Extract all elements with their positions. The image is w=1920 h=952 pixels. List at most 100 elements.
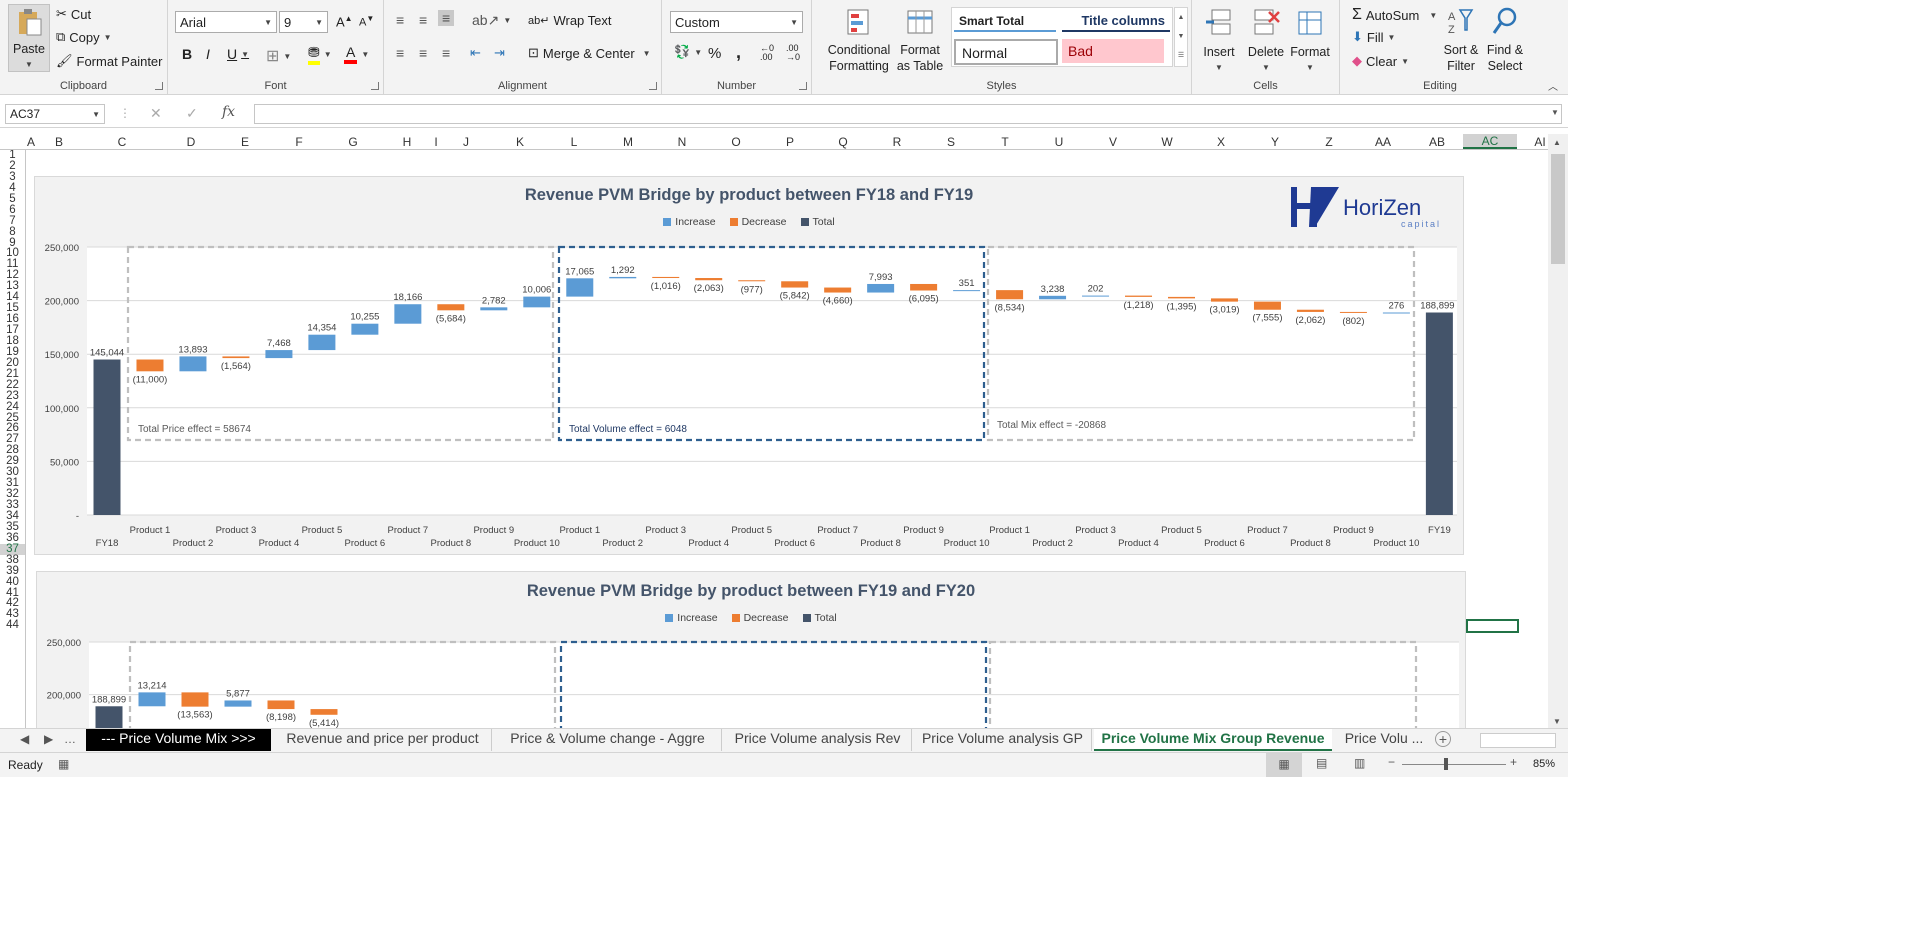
decrease-indent-button[interactable]: ⇤ <box>470 45 481 61</box>
comma-button[interactable]: , <box>736 42 741 63</box>
column-header[interactable]: T <box>993 135 1017 149</box>
expand-formula-icon[interactable]: ▼ <box>1551 108 1559 117</box>
column-header[interactable]: AB <box>1425 135 1449 149</box>
fill-color-button[interactable]: ⛃ ▼ <box>308 44 332 65</box>
row-header[interactable]: 22 <box>0 379 25 391</box>
normal-view-icon[interactable]: ▦ <box>1266 753 1302 777</box>
row-header[interactable]: 39 <box>0 565 25 577</box>
column-header[interactable]: Q <box>831 135 855 149</box>
decrease-font-button[interactable]: A▼ <box>359 14 374 29</box>
column-header[interactable]: I <box>424 135 448 149</box>
column-header[interactable]: P <box>778 135 802 149</box>
percent-button[interactable]: % <box>708 45 721 62</box>
column-header[interactable]: M <box>616 135 640 149</box>
column-header[interactable]: B <box>47 135 71 149</box>
number-format-select[interactable]: Custom ▼ <box>670 11 803 33</box>
align-left-button[interactable]: ≡ <box>396 45 404 61</box>
format-cells-button[interactable]: Format ▼ <box>1288 6 1332 76</box>
column-header[interactable]: Z <box>1317 135 1341 149</box>
autosum-button[interactable]: Σ AutoSum ▼ <box>1352 6 1437 24</box>
page-layout-icon[interactable]: ▤ <box>1316 756 1327 770</box>
copy-button[interactable]: ⧉ Copy ▼ <box>56 29 112 45</box>
fill-button[interactable]: ⬇ Fill ▼ <box>1352 29 1395 45</box>
column-header[interactable]: O <box>724 135 748 149</box>
font-launcher[interactable] <box>371 82 379 90</box>
name-box[interactable]: AC37 ▼ <box>5 104 105 124</box>
align-top-button[interactable]: ≡ <box>396 12 404 28</box>
chart-fy18-fy19[interactable]: Revenue PVM Bridge by product between FY… <box>34 176 1464 555</box>
zoom-slider-thumb[interactable] <box>1444 758 1448 770</box>
column-header[interactable]: L <box>562 135 586 149</box>
macro-record-icon[interactable]: ▦ <box>58 757 69 771</box>
scroll-up-icon[interactable]: ▲ <box>1553 138 1561 147</box>
column-header[interactable]: W <box>1155 135 1179 149</box>
tab-prev-icon[interactable]: ◀ <box>20 732 29 746</box>
insert-button[interactable]: Insert ▼ <box>1198 6 1240 76</box>
italic-button[interactable]: I <box>206 46 210 62</box>
font-name-select[interactable]: Arial ▼ <box>175 11 277 33</box>
increase-decimal-button[interactable]: ←0.00 <box>760 44 774 62</box>
bold-button[interactable]: B <box>182 46 192 62</box>
alignment-launcher[interactable] <box>649 82 657 90</box>
row-header[interactable]: 7 <box>0 215 25 227</box>
format-as-table-button[interactable]: Format as Table <box>890 8 950 74</box>
collapse-ribbon-button[interactable]: ︿ <box>1548 78 1558 93</box>
merge-center-button[interactable]: ⊡ Merge & Center ▼ <box>528 45 651 61</box>
scroll-down-icon[interactable]: ▼ <box>1553 717 1561 726</box>
row-header[interactable]: 40 <box>0 576 25 588</box>
increase-indent-button[interactable]: ⇥ <box>494 45 505 61</box>
page-break-icon[interactable]: ▥ <box>1354 756 1365 770</box>
scroll-thumb[interactable] <box>1551 154 1565 264</box>
add-sheet-icon[interactable]: + <box>1435 731 1451 747</box>
column-header[interactable]: N <box>670 135 694 149</box>
wrap-text-button[interactable]: ab↵ Wrap Text <box>528 13 612 28</box>
column-header[interactable]: A <box>19 135 43 149</box>
column-header[interactable]: S <box>939 135 963 149</box>
clipboard-launcher[interactable] <box>155 82 163 90</box>
number-launcher[interactable] <box>799 82 807 90</box>
row-header[interactable]: 23 <box>0 390 25 402</box>
sort-filter-button[interactable]: AZ Sort & Filter <box>1440 6 1482 74</box>
column-header[interactable]: R <box>885 135 909 149</box>
column-header[interactable]: E <box>233 135 257 149</box>
column-header[interactable]: D <box>179 135 203 149</box>
conditional-formatting-button[interactable]: Conditional Formatting <box>820 8 898 74</box>
row-header[interactable]: 44 <box>0 620 25 631</box>
tab-revenue-price[interactable]: Revenue and price per product <box>274 729 492 751</box>
zoom-in-icon[interactable]: + <box>1510 755 1517 769</box>
row-header[interactable]: 8 <box>0 226 25 238</box>
row-header[interactable]: 24 <box>0 401 25 413</box>
insert-function-button[interactable]: fx <box>222 104 235 120</box>
tab-price-volume-change[interactable]: Price & Volume change - Aggre <box>494 729 722 751</box>
selected-cell[interactable] <box>1466 619 1519 633</box>
cancel-icon[interactable]: ✕ <box>150 105 162 122</box>
column-header[interactable]: U <box>1047 135 1071 149</box>
accounting-button[interactable]: 💱 ▼ <box>674 44 702 60</box>
column-header[interactable]: Y <box>1263 135 1287 149</box>
tab-pva-gp[interactable]: Price Volume analysis GP <box>914 729 1092 751</box>
paste-button[interactable]: Paste ▼ <box>8 4 50 72</box>
row-header[interactable]: 6 <box>0 204 25 216</box>
style-title-columns[interactable]: Title columns <box>1062 10 1170 32</box>
worksheet-grid[interactable]: Revenue PVM Bridge by product between FY… <box>26 150 1548 728</box>
tab-price-volu[interactable]: Price Volu ... <box>1334 729 1434 751</box>
borders-button[interactable]: ⊞ ▼ <box>266 46 291 66</box>
clear-button[interactable]: ◆ Clear ▼ <box>1352 53 1409 69</box>
column-header[interactable]: F <box>287 135 311 149</box>
font-color-button[interactable]: A ▼ <box>344 44 369 64</box>
find-select-button[interactable]: Find & Select <box>1482 6 1528 74</box>
column-header[interactable]: G <box>341 135 365 149</box>
cut-button[interactable]: ✂ Cut <box>56 6 91 22</box>
vertical-scrollbar[interactable]: ▲ ▼ <box>1548 134 1568 728</box>
tab-next-icon[interactable]: ▶ <box>44 732 53 746</box>
align-middle-button[interactable]: ≡ <box>419 12 427 28</box>
align-bottom-button[interactable]: ≡ <box>438 10 455 26</box>
align-center-button[interactable]: ≡ <box>419 45 427 61</box>
column-header[interactable]: C <box>110 135 134 149</box>
style-smart-total[interactable]: Smart Total <box>954 10 1056 32</box>
column-header[interactable]: X <box>1209 135 1233 149</box>
column-header[interactable]: V <box>1101 135 1125 149</box>
tab-more-icon[interactable]: … <box>64 732 76 746</box>
column-header[interactable]: K <box>508 135 532 149</box>
align-right-button[interactable]: ≡ <box>442 45 450 61</box>
